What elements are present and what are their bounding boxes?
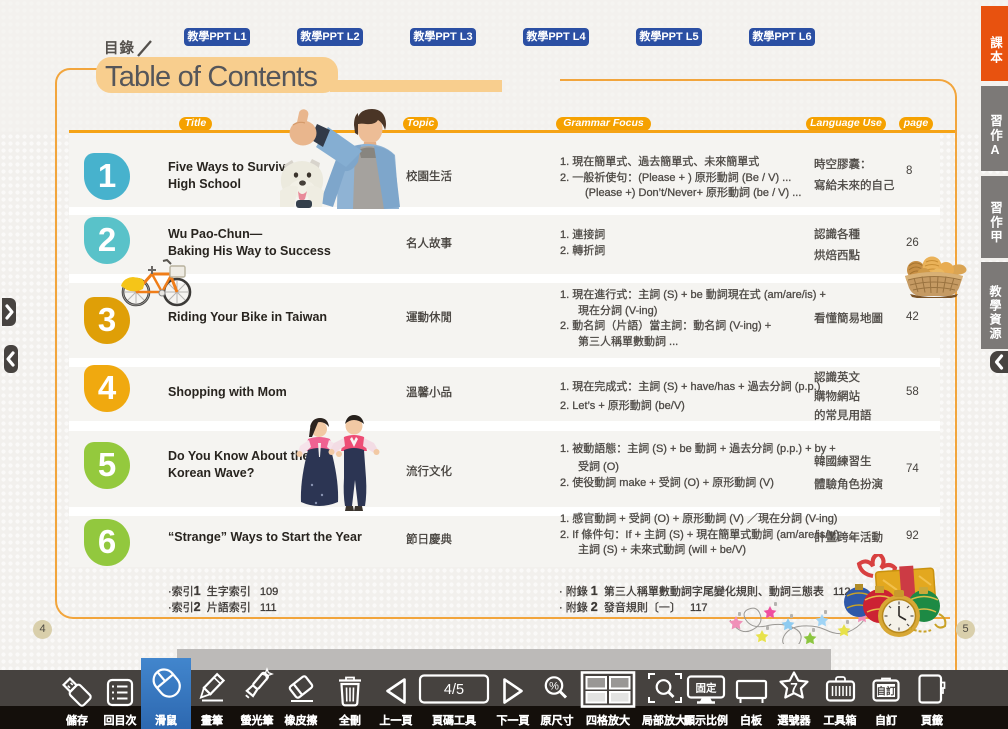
svg-text:自訂: 自訂 xyxy=(876,686,896,698)
svg-text:%: % xyxy=(549,681,559,693)
svg-text:固定: 固定 xyxy=(696,682,717,695)
svg-text:7: 7 xyxy=(790,681,798,696)
svg-text:4/5: 4/5 xyxy=(444,682,464,698)
